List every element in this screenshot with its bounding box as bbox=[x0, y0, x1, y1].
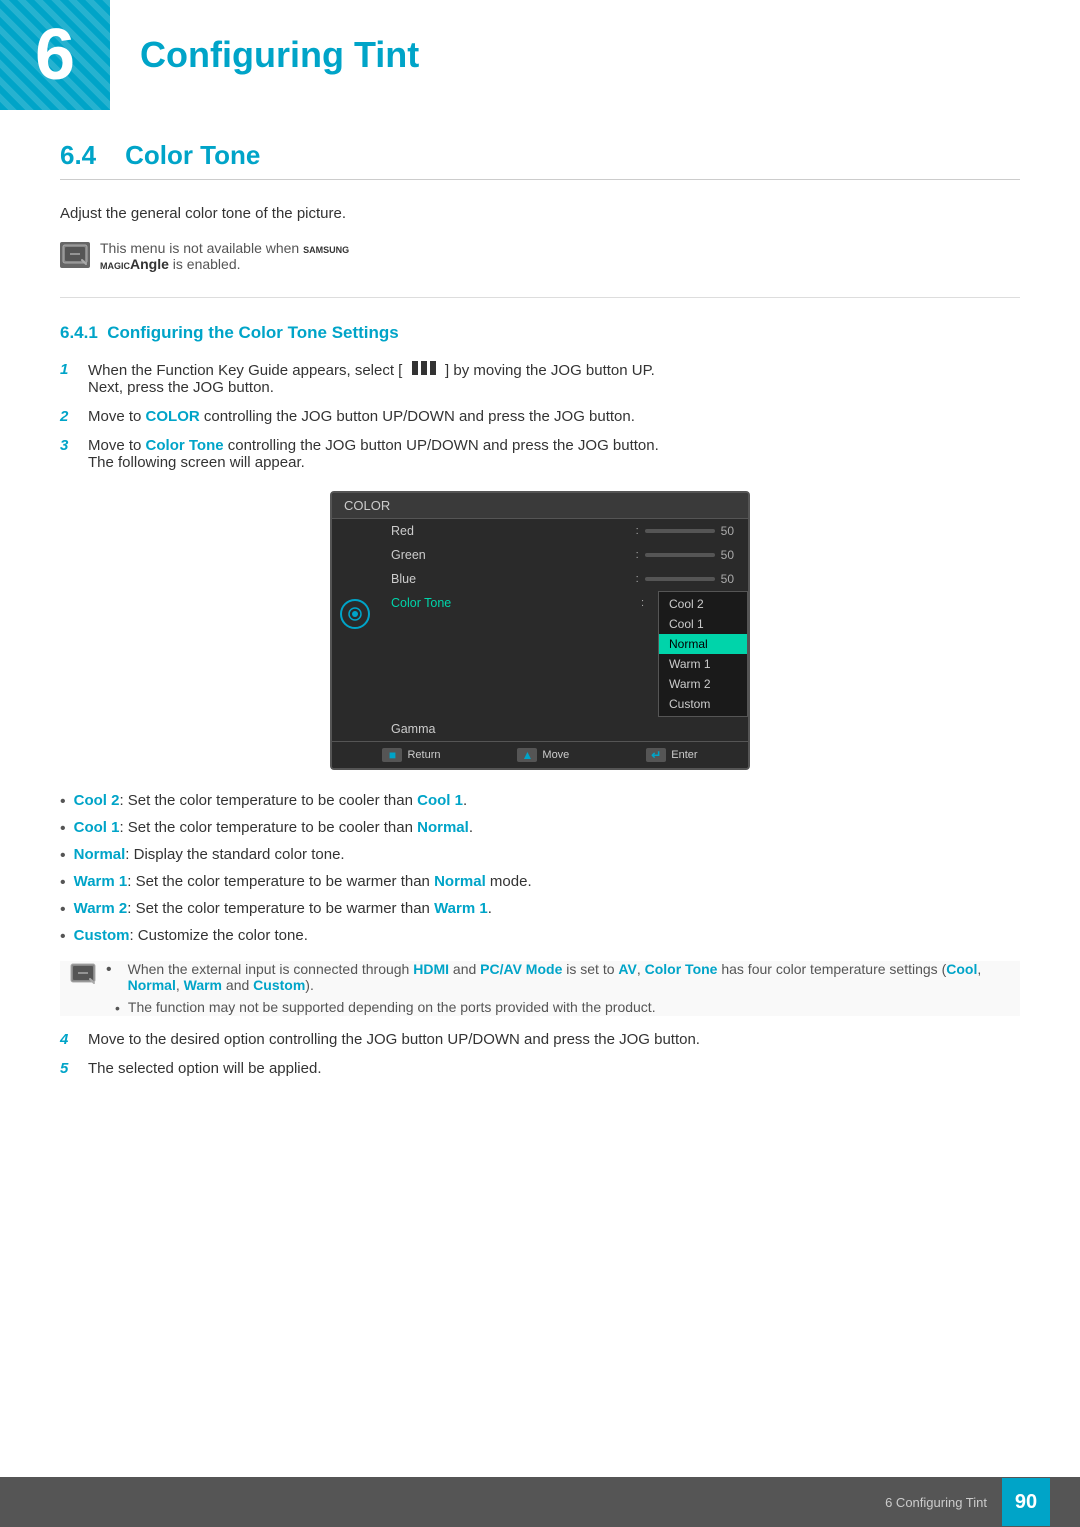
monitor-screen: COLOR Red : bbox=[330, 491, 750, 770]
menu-item-gamma: Gamma bbox=[377, 717, 748, 741]
bullet-warm2: • Warm 2: Set the color temperature to b… bbox=[60, 900, 1020, 919]
nested-note-row: • When the external input is connected t… bbox=[70, 961, 1020, 993]
menu-item-blue: Blue : 50 bbox=[377, 567, 748, 591]
step-2-number: 2 bbox=[60, 408, 78, 425]
submenu-warm2: Warm 2 bbox=[659, 674, 747, 694]
step-2: 2 Move to COLOR controlling the JOG butt… bbox=[60, 408, 1020, 425]
chapter-number-block: 6 Configuring Tint bbox=[0, 0, 419, 110]
step-1-text: When the Function Key Guide appears, sel… bbox=[88, 361, 1020, 396]
note-icon bbox=[60, 242, 90, 268]
steps-list: 1 When the Function Key Guide appears, s… bbox=[60, 361, 1020, 471]
chapter-bg: 6 bbox=[0, 0, 110, 110]
menu-item-red: Red : 50 bbox=[377, 519, 748, 543]
nested-note-icon bbox=[70, 963, 96, 993]
monitor-container: COLOR Red : bbox=[60, 491, 1020, 770]
nested-sub-text: The function may not be supported depend… bbox=[128, 999, 656, 1016]
section-title: 6.4 Color Tone bbox=[60, 140, 1020, 180]
bullet-custom: • Custom: Customize the color tone. bbox=[60, 927, 1020, 946]
menu-column: Red : 50 Green : 50 bbox=[377, 519, 748, 741]
step-5-number: 5 bbox=[60, 1060, 78, 1077]
step-4-number: 4 bbox=[60, 1031, 78, 1048]
chapter-title: Configuring Tint bbox=[140, 34, 419, 76]
step-3-bold: Color Tone bbox=[146, 437, 224, 454]
step-3: 3 Move to Color Tone controlling the JOG… bbox=[60, 437, 1020, 471]
grid-icon bbox=[411, 361, 437, 375]
footer-enter: ↵ Enter bbox=[646, 748, 697, 762]
bullet-warm1: • Warm 1: Set the color temperature to b… bbox=[60, 873, 1020, 892]
bullet-cool1: • Cool 1: Set the color temperature to b… bbox=[60, 819, 1020, 838]
bullet-cool2: • Cool 2: Set the color temperature to b… bbox=[60, 792, 1020, 811]
step-1-number: 1 bbox=[60, 361, 78, 378]
chapter-header: 6 Configuring Tint bbox=[0, 0, 1080, 110]
section-number: 6.4 bbox=[60, 140, 96, 170]
footer-page-number: 90 bbox=[1002, 1478, 1050, 1526]
monitor-title: COLOR bbox=[344, 498, 390, 513]
submenu-cool2: Cool 2 bbox=[659, 594, 747, 614]
bullet-normal: • Normal: Display the standard color ton… bbox=[60, 846, 1020, 865]
bullet-list: • Cool 2: Set the color temperature to b… bbox=[60, 792, 1020, 946]
nested-note: • When the external input is connected t… bbox=[60, 961, 1020, 1016]
footer-chapter-text: 6 Configuring Tint bbox=[885, 1495, 987, 1510]
section-name: Color Tone bbox=[125, 140, 260, 170]
step-2-text: Move to COLOR controlling the JOG button… bbox=[88, 408, 1020, 425]
submenu-cool1: Cool 1 bbox=[659, 614, 747, 634]
submenu-warm1: Warm 1 bbox=[659, 654, 747, 674]
footer-return: ■ Return bbox=[382, 748, 440, 762]
intro-text: Adjust the general color tone of the pic… bbox=[60, 205, 1020, 222]
nested-sub-bullet: • The function may not be supported depe… bbox=[115, 999, 1020, 1016]
step-4: 4 Move to the desired option controlling… bbox=[60, 1031, 1020, 1048]
step-4-text: Move to the desired option controlling t… bbox=[88, 1031, 1020, 1048]
step-5: 5 The selected option will be applied. bbox=[60, 1060, 1020, 1077]
subsection-title: 6.4.1 Configuring the Color Tone Setting… bbox=[60, 323, 1020, 343]
step-1: 1 When the Function Key Guide appears, s… bbox=[60, 361, 1020, 396]
submenu-normal: Normal bbox=[659, 634, 747, 654]
step-3-text: Move to Color Tone controlling the JOG b… bbox=[88, 437, 1020, 471]
main-content: 6.4 Color Tone Adjust the general color … bbox=[0, 140, 1080, 1077]
submenu-panel: Cool 2 Cool 1 Normal Warm 1 Warm 2 Custo… bbox=[658, 591, 748, 717]
jog-icon bbox=[340, 599, 370, 629]
nested-note-bullet: • bbox=[106, 961, 118, 993]
monitor-left bbox=[332, 519, 377, 741]
steps-after-list: 4 Move to the desired option controlling… bbox=[60, 1031, 1020, 1077]
step-5-text: The selected option will be applied. bbox=[88, 1060, 1020, 1077]
submenu-custom: Custom bbox=[659, 694, 747, 714]
monitor-body: Red : 50 Green : 50 bbox=[332, 519, 748, 741]
footer-move: ▲ Move bbox=[517, 748, 569, 762]
monitor-titlebar: COLOR bbox=[332, 493, 748, 519]
chapter-number: 6 bbox=[35, 19, 75, 91]
step-3-number: 3 bbox=[60, 437, 78, 454]
section-divider bbox=[60, 297, 1020, 298]
nested-note-text: When the external input is connected thr… bbox=[128, 961, 1020, 993]
note-box: This menu is not available when SAMSUNGM… bbox=[60, 240, 1020, 272]
page-footer: 6 Configuring Tint 90 bbox=[0, 1477, 1080, 1527]
note-text: This menu is not available when SAMSUNGM… bbox=[100, 240, 349, 272]
monitor-footer: ■ Return ▲ Move ↵ Enter bbox=[332, 741, 748, 768]
menu-item-green: Green : 50 bbox=[377, 543, 748, 567]
step-2-bold: COLOR bbox=[146, 408, 200, 425]
menu-item-colortone: Color Tone : Cool 2 Cool 1 Normal Warm 1… bbox=[377, 591, 748, 717]
